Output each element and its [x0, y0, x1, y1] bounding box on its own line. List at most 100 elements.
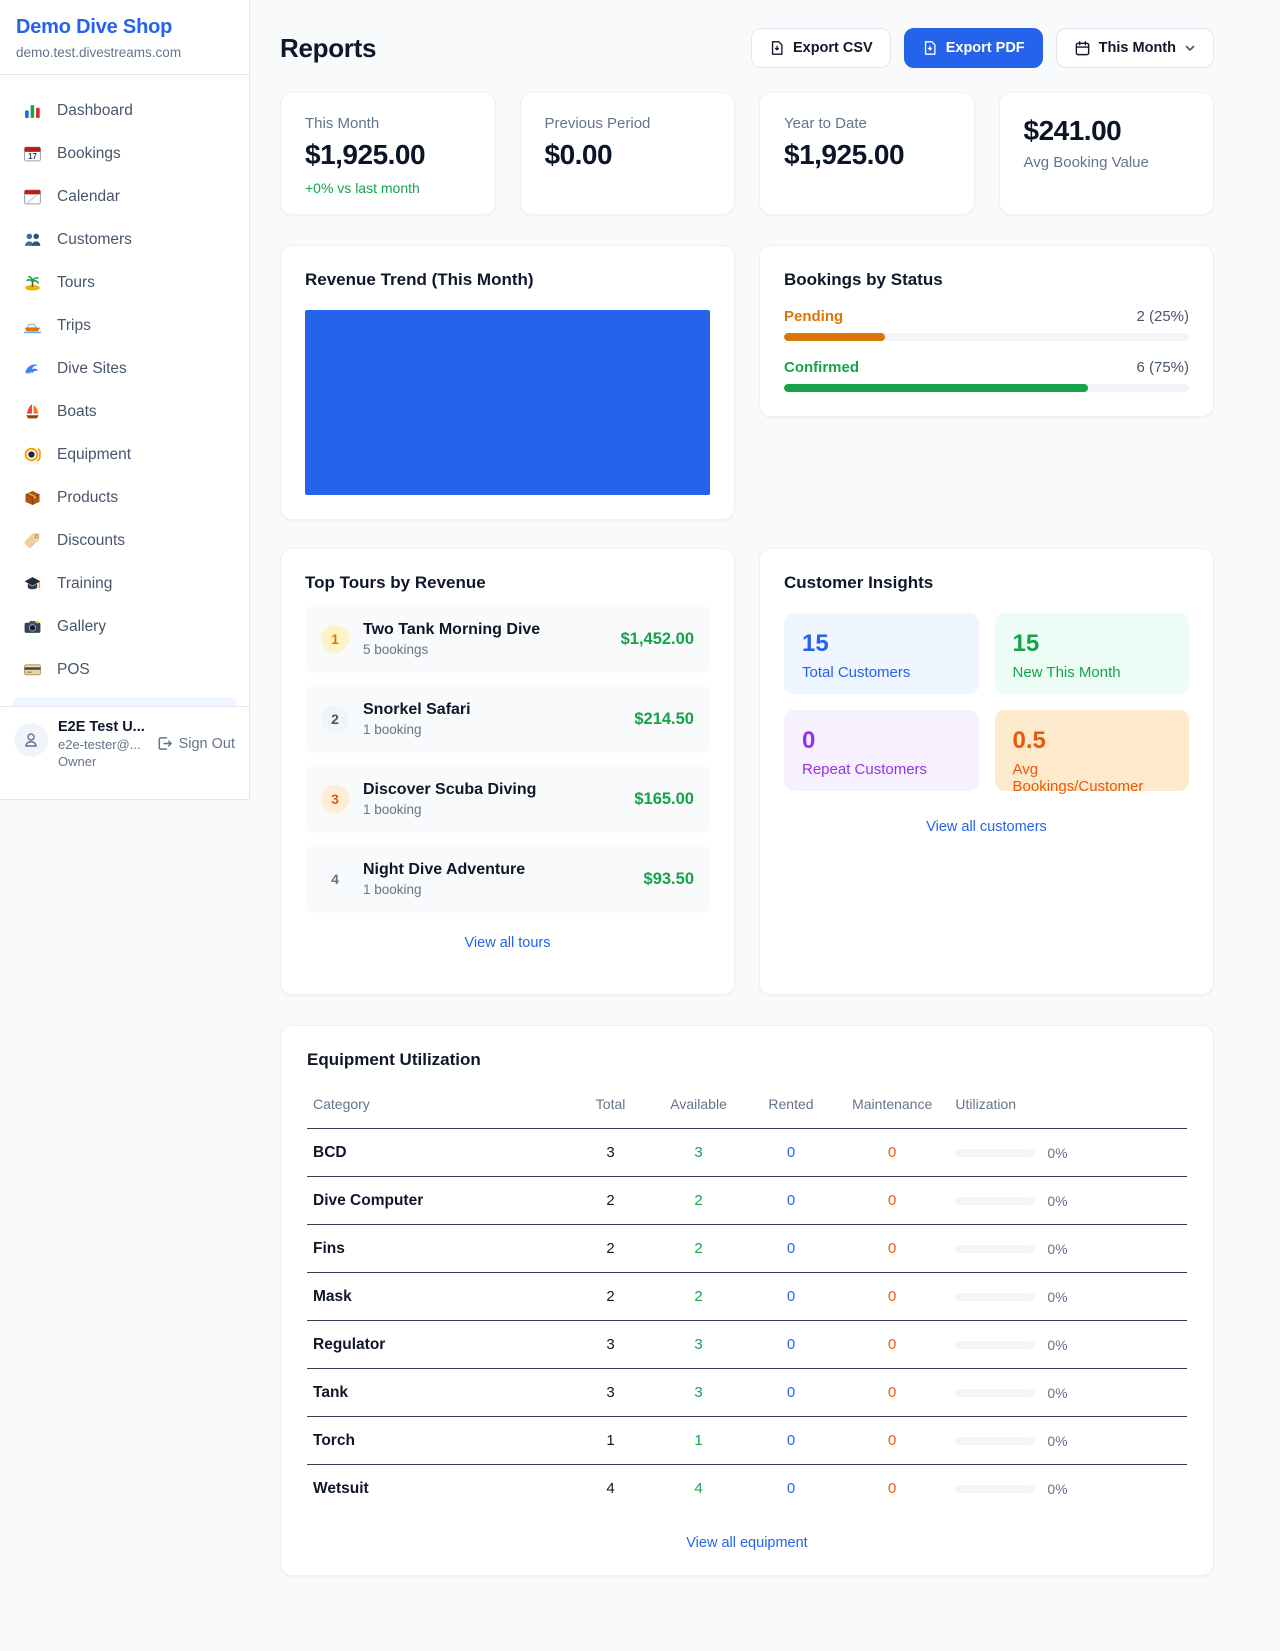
tour-name: Two Tank Morning Dive: [363, 621, 540, 639]
sidebar-nav: Dashboard 17 Bookings Calendar Customers…: [0, 75, 249, 691]
bookings-calendar-icon: 17: [22, 144, 42, 164]
sidebar-item-products[interactable]: Products: [0, 476, 249, 519]
pos-card-icon: [22, 660, 42, 680]
cell-category: Wetsuit: [307, 1465, 571, 1513]
utilization-percent: 0%: [1047, 1193, 1067, 1209]
export-csv-button[interactable]: Export CSV: [751, 28, 891, 68]
sidebar-item-training[interactable]: Training: [0, 562, 249, 605]
cell-maintenance: 0: [835, 1417, 949, 1465]
insight-tile-repeat-customers: 0 Repeat Customers: [784, 710, 979, 791]
column-header-rented: Rented: [747, 1086, 835, 1129]
export-pdf-button[interactable]: Export PDF: [904, 28, 1043, 68]
customer-insights-title: Customer Insights: [784, 573, 1189, 593]
products-box-icon: [22, 488, 42, 508]
tour-row[interactable]: 2 Snorkel Safari 1 booking $214.50: [305, 685, 710, 753]
cell-total: 1: [571, 1417, 650, 1465]
sidebar-item-equipment[interactable]: Equipment: [0, 433, 249, 476]
tour-amount: $93.50: [644, 870, 694, 889]
utilization-bar: [955, 1245, 1035, 1253]
sidebar-item-label: Products: [57, 489, 118, 507]
top-tours-card: Top Tours by Revenue 1 Two Tank Morning …: [280, 548, 735, 995]
stat-card-year-to-date: Year to Date $1,925.00: [759, 92, 975, 215]
sidebar-item-label: Trips: [57, 317, 91, 335]
sidebar-item-dashboard[interactable]: Dashboard: [0, 89, 249, 132]
user-name: E2E Test U...: [58, 719, 145, 735]
equipment-mask-icon: [22, 445, 42, 465]
view-all-equipment-link[interactable]: View all equipment: [307, 1535, 1187, 1551]
sidebar-item-trips[interactable]: Trips: [0, 304, 249, 347]
sidebar-item-dive-sites[interactable]: Dive Sites: [0, 347, 249, 390]
cell-available: 3: [650, 1369, 747, 1417]
stat-value: $1,925.00: [784, 139, 950, 171]
sidebar-item-tours[interactable]: Tours: [0, 261, 249, 304]
progress-fill: [784, 384, 1088, 392]
sidebar-item-pos[interactable]: POS: [0, 648, 249, 691]
active-nav-item-peek[interactable]: [12, 697, 237, 706]
view-all-customers-link[interactable]: View all customers: [784, 819, 1189, 835]
stat-card-previous-period: Previous Period $0.00: [520, 92, 736, 215]
utilization-bar: [955, 1341, 1035, 1349]
tour-row[interactable]: 4 Night Dive Adventure 1 booking $93.50: [305, 845, 710, 913]
cell-maintenance: 0: [835, 1177, 949, 1225]
status-label: Pending: [784, 308, 843, 325]
top-tours-title: Top Tours by Revenue: [305, 573, 710, 593]
stat-label: Avg Booking Value: [1024, 154, 1190, 171]
rank-badge: 3: [321, 785, 349, 813]
main-content: Reports Export CSV Export PDF This Month…: [250, 0, 1280, 1651]
column-header-utilization: Utilization: [949, 1086, 1187, 1129]
cell-rented: 0: [747, 1129, 835, 1177]
sidebar-item-label: Customers: [57, 231, 132, 249]
sidebar-item-label: Bookings: [57, 145, 121, 163]
sidebar-item-label: Equipment: [57, 446, 131, 464]
rank-badge: 1: [321, 625, 349, 653]
sign-out-button[interactable]: Sign Out: [156, 735, 235, 752]
cell-rented: 0: [747, 1321, 835, 1369]
tour-row[interactable]: 1 Two Tank Morning Dive 5 bookings $1,45…: [305, 605, 710, 673]
cell-category: Tank: [307, 1369, 571, 1417]
revenue-trend-chart: [305, 310, 710, 495]
person-icon: [22, 731, 40, 749]
cell-category: BCD: [307, 1129, 571, 1177]
status-count: 6 (75%): [1136, 359, 1189, 376]
status-label: Confirmed: [784, 359, 859, 376]
cell-utilization: 0%: [949, 1177, 1187, 1225]
table-row: Tank33000%: [307, 1369, 1187, 1417]
tour-row[interactable]: 3 Discover Scuba Diving 1 booking $165.0…: [305, 765, 710, 833]
sidebar-item-customers[interactable]: Customers: [0, 218, 249, 261]
column-header-total: Total: [571, 1086, 650, 1129]
cell-total: 3: [571, 1129, 650, 1177]
sidebar-item-boats[interactable]: Boats: [0, 390, 249, 433]
boats-sailboat-icon: [22, 402, 42, 422]
sidebar-item-gallery[interactable]: Gallery: [0, 605, 249, 648]
cell-total: 2: [571, 1225, 650, 1273]
cell-maintenance: 0: [835, 1225, 949, 1273]
sidebar-item-discounts[interactable]: Discounts: [0, 519, 249, 562]
table-header-row: Category Total Available Rented Maintena…: [307, 1086, 1187, 1129]
cell-available: 3: [650, 1321, 747, 1369]
cell-available: 3: [650, 1129, 747, 1177]
utilization-bar: [955, 1293, 1035, 1301]
column-header-category: Category: [307, 1086, 571, 1129]
utilization-percent: 0%: [1047, 1433, 1067, 1449]
progress-fill: [784, 333, 885, 341]
period-dropdown[interactable]: This Month: [1056, 28, 1214, 68]
tile-label: New This Month: [1013, 664, 1172, 681]
stat-delta: +0% vs last month: [305, 180, 471, 196]
tour-bookings: 5 bookings: [363, 642, 540, 657]
column-header-maintenance: Maintenance: [835, 1086, 949, 1129]
view-all-tours-link[interactable]: View all tours: [305, 935, 710, 951]
cell-total: 2: [571, 1177, 650, 1225]
sidebar-item-label: Discounts: [57, 532, 125, 550]
bookings-by-status-card: Bookings by Status Pending 2 (25%) Confi…: [759, 245, 1214, 417]
sidebar-item-bookings[interactable]: 17 Bookings: [0, 132, 249, 175]
sidebar-item-calendar[interactable]: Calendar: [0, 175, 249, 218]
cell-utilization: 0%: [949, 1321, 1187, 1369]
utilization-bar: [955, 1197, 1035, 1205]
table-row: Regulator33000%: [307, 1321, 1187, 1369]
column-header-available: Available: [650, 1086, 747, 1129]
table-row: BCD33000%: [307, 1129, 1187, 1177]
chevron-down-icon: [1184, 42, 1196, 54]
customer-insights-card: Customer Insights 15 Total Customers 15 …: [759, 548, 1214, 995]
progress-track: [784, 384, 1189, 392]
cell-available: 1: [650, 1417, 747, 1465]
